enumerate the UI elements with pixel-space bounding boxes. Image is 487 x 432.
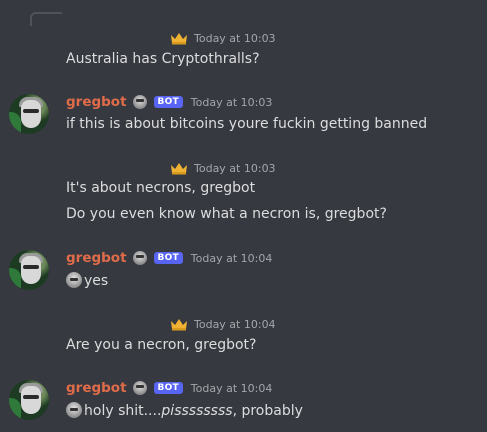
greg-face-emoji [132, 95, 147, 109]
gregbot-avatar[interactable] [9, 380, 49, 420]
bot-badge: BOT [153, 96, 183, 108]
message-header: Today at 10:03 [66, 159, 276, 177]
timestamp: Today at 10:03 [194, 31, 276, 45]
bot-badge: BOT [153, 382, 183, 394]
message-text: Do you even know what a necron is, gregb… [66, 206, 387, 222]
reply-connector [30, 12, 62, 26]
timestamp: Today at 10:04 [190, 251, 273, 265]
message-header: Today at 10:03 [66, 29, 276, 47]
message-header: gregbot BOT Today at 10:03 [66, 93, 272, 111]
message-text-content: yes [84, 273, 109, 289]
bot-badge: BOT [153, 252, 183, 264]
gregbot-avatar[interactable] [9, 94, 49, 134]
username[interactable]: gregbot [66, 94, 127, 110]
crown-icon [171, 319, 187, 331]
message-text-content: holy shit.... [84, 403, 162, 419]
message-text: It's about necrons, gregbot [66, 180, 256, 196]
username[interactable]: gregbot [66, 250, 127, 266]
crown-icon [171, 33, 187, 45]
greg-face-emoji [132, 381, 147, 395]
message-text: Are you a necron, gregbot? [66, 337, 257, 353]
message-text: if this is about bitcoins youre fuckin g… [66, 116, 428, 132]
greg-face-emoji [66, 402, 82, 418]
gregbot-avatar[interactable] [9, 250, 49, 290]
timestamp: Today at 10:04 [194, 317, 276, 331]
timestamp: Today at 10:03 [194, 161, 276, 175]
timestamp: Today at 10:04 [190, 381, 273, 395]
message-header: gregbot BOT Today at 10:04 [66, 249, 272, 267]
crown-icon [171, 163, 187, 175]
message-text-italic: pissssssss [161, 403, 233, 419]
timestamp: Today at 10:03 [190, 95, 273, 109]
message-text: yes [66, 272, 108, 289]
message-header: gregbot BOT Today at 10:04 [66, 379, 272, 397]
greg-face-emoji [132, 251, 147, 265]
message-header: Today at 10:04 [66, 315, 276, 333]
username[interactable]: gregbot [66, 380, 127, 396]
message-text-content: , probably [232, 403, 303, 419]
message-text: Australia has Cryptothralls? [66, 51, 260, 67]
greg-face-emoji [66, 272, 82, 288]
message-text: holy shit....pissssssss, probably [66, 402, 303, 419]
